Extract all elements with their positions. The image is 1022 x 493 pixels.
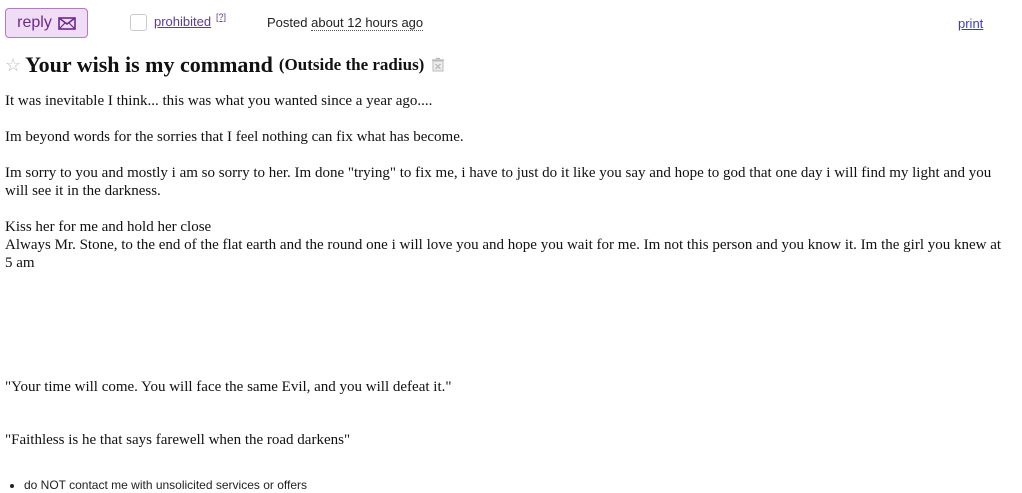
body-line: Kiss her for me and hold her close [5,219,212,235]
body-quote: "Your time will come. You will face the … [5,379,452,395]
body-line: Always Mr. Stone, to the end of the flat… [5,237,1002,271]
notice-item: do NOT contact me with unsolicited servi… [24,478,307,492]
star-icon[interactable]: ☆ [5,56,21,74]
prohibited-flag-link[interactable]: prohibited [154,14,211,29]
posting-title-row: ☆ Your wish is my command (Outside the r… [5,52,445,78]
flag-checkbox[interactable] [130,14,147,31]
body-quote: "Faithless is he that says farewell when… [5,432,351,448]
posted-info: Posted about 12 hours ago [267,15,424,31]
flag-help-link[interactable]: [?] [216,12,226,22]
body-line: It was inevitable I think... this was wh… [5,93,433,109]
posted-prefix: Posted [267,15,308,30]
posting-location: (Outside the radius) [278,55,425,74]
posting-toolbar: reply prohibited [?] Posted about 12 hou… [0,0,1022,44]
print-link[interactable]: print [958,16,983,31]
envelope-icon [58,16,76,30]
reply-label: reply [17,14,52,31]
posting-body: It was inevitable I think... this was wh… [5,92,1005,449]
posted-time: about 12 hours ago [311,15,424,31]
posting-title: Your wish is my command [25,52,273,77]
notices-list: do NOT contact me with unsolicited servi… [5,478,307,492]
body-line: Im beyond words for the sorries that I f… [5,129,464,145]
reply-button[interactable]: reply [5,8,88,38]
body-line: Im sorry to you and mostly i am so sorry… [5,165,992,199]
hide-icon[interactable] [431,57,445,73]
